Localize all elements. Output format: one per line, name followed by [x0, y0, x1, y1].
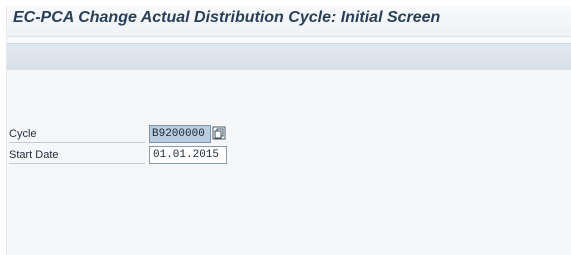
application-toolbar [7, 43, 571, 71]
screen-title: EC-PCA Change Actual Distribution Cycle:… [13, 9, 441, 26]
cycle-label: Cycle [9, 126, 145, 143]
cycle-row: Cycle B9200000 [7, 125, 230, 143]
start-date-row: Start Date 01.01.2015 [7, 146, 230, 164]
start-date-input[interactable]: 01.01.2015 [149, 146, 227, 164]
content-area: Cycle B9200000 Start Date 01.01.2015 [7, 70, 571, 255]
cycle-input[interactable]: B9200000 [149, 125, 211, 143]
title-bar: EC-PCA Change Actual Distribution Cycle:… [7, 6, 571, 37]
copy-icon[interactable] [212, 126, 226, 140]
start-date-label: Start Date [9, 147, 145, 164]
sap-screen: EC-PCA Change Actual Distribution Cycle:… [6, 6, 571, 255]
